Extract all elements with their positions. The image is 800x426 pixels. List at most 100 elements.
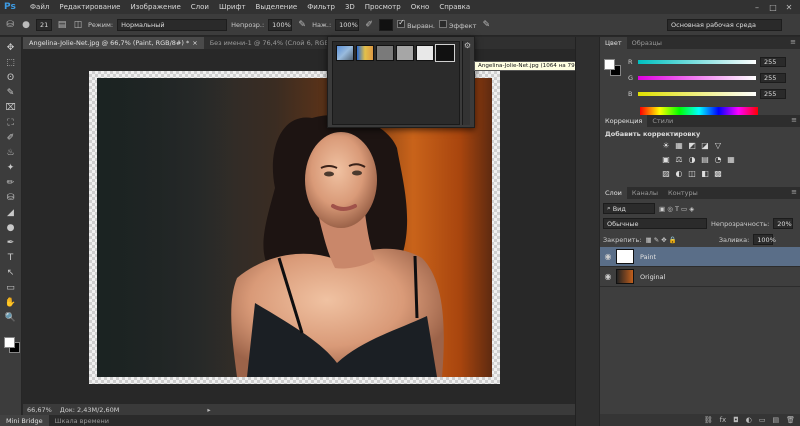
healing-tool-icon[interactable]: ✐ (3, 131, 19, 144)
layer-filter-select[interactable]: ⌕ Вид (603, 203, 655, 214)
fill-field[interactable]: 100% (753, 234, 776, 245)
slider-r[interactable]: R 255 (628, 57, 798, 67)
picker-scrollbar[interactable] (462, 41, 470, 125)
pattern-swatch-gray[interactable] (376, 45, 394, 61)
close-tab-icon[interactable]: × (192, 39, 197, 47)
minimize-icon[interactable]: – (750, 2, 764, 12)
g-track[interactable] (638, 76, 756, 80)
brush-panel-toggle-icon[interactable]: ▤ (56, 19, 68, 31)
gear-icon[interactable]: ⚙ (464, 41, 471, 50)
gradient-tool-icon[interactable]: ◢ (3, 206, 19, 219)
pattern-swatch-blue[interactable] (336, 45, 354, 61)
hand-tool-icon[interactable]: ✋ (3, 296, 19, 309)
layer-opacity-field[interactable]: 20% (773, 218, 794, 229)
eye-icon[interactable]: ◉ (600, 272, 616, 281)
clone-source-icon[interactable]: ◫ (72, 19, 84, 31)
lock-icons[interactable]: ▦ ✎ ✥ 🔒 (645, 236, 676, 244)
selective-color-icon[interactable]: ◧ (699, 169, 711, 178)
opacity-field[interactable]: 100% (268, 18, 293, 31)
posterize-icon[interactable]: ◐ (673, 169, 685, 178)
b-track[interactable] (638, 92, 756, 96)
layer-style-icon[interactable]: fx (720, 416, 727, 424)
menu-type[interactable]: Шрифт (214, 3, 251, 11)
slider-b[interactable]: B 255 (628, 89, 798, 99)
curves-icon[interactable]: ◩ (686, 141, 698, 150)
new-layer-icon[interactable]: ▤ (772, 416, 779, 424)
pattern-swatch-lightgray[interactable] (396, 45, 414, 61)
blend-mode-select[interactable]: Обычные (603, 218, 707, 229)
tab-mini-bridge[interactable]: Mini Bridge (0, 415, 49, 426)
pattern-swatch-colorful[interactable] (356, 45, 374, 61)
blur-tool-icon[interactable]: ● (3, 221, 19, 234)
shape-tool-icon[interactable]: ▭ (3, 281, 19, 294)
trash-icon[interactable]: 🗑 (786, 416, 795, 424)
eye-icon[interactable]: ◉ (600, 252, 616, 261)
pattern-swatch-photo[interactable] (435, 44, 455, 62)
layer-mask-icon[interactable]: ◘ (733, 416, 739, 424)
zoom-tool-icon[interactable]: 🔍 (3, 311, 19, 324)
layer-row-paint[interactable]: ◉ Paint (600, 247, 800, 267)
invert-icon[interactable]: ▨ (660, 169, 672, 178)
levels-icon[interactable]: ▦ (673, 141, 685, 150)
move-tool-icon[interactable]: ✥ (3, 41, 19, 54)
menu-edit[interactable]: Редактирование (54, 3, 125, 11)
doc-tab-active[interactable]: Angelina-Jolie-Net.jpg @ 66,7% (Paint, R… (23, 37, 204, 49)
menu-filter[interactable]: Фильтр (302, 3, 340, 11)
pressure-size-icon[interactable]: ✎ (480, 19, 492, 31)
menu-image[interactable]: Изображение (125, 3, 185, 11)
eyedropper-tool-icon[interactable]: ⛶ (3, 116, 19, 129)
close-icon[interactable]: ✕ (782, 2, 796, 12)
marquee-tool-icon[interactable]: ⬚ (3, 56, 19, 69)
vibrance-icon[interactable]: ▽ (712, 141, 724, 150)
canvas-area[interactable] (23, 49, 598, 404)
type-tool-icon[interactable]: T (3, 251, 19, 264)
lasso-tool-icon[interactable]: ʘ (3, 71, 19, 84)
r-track[interactable] (638, 60, 756, 64)
airbrush-icon[interactable]: ✐ (363, 19, 375, 31)
brightness-icon[interactable]: ☀ (660, 141, 672, 150)
status-menu-arrow-icon[interactable]: ▸ (207, 406, 210, 414)
pen-tool-icon[interactable]: ✒ (3, 236, 19, 249)
panel-foreground-swatch[interactable] (604, 59, 615, 70)
tab-timeline[interactable]: Шкала времени (49, 415, 115, 426)
workspace-select[interactable]: Основная рабочая среда (667, 19, 782, 31)
black-white-icon[interactable]: ◑ (686, 155, 698, 164)
r-value-field[interactable]: 255 (760, 57, 786, 67)
tab-layers[interactable]: Слои (600, 187, 627, 199)
clone-stamp-tool-icon[interactable]: ⛁ (4, 19, 16, 31)
menu-select[interactable]: Выделение (251, 3, 303, 11)
color-balance-icon[interactable]: ⚖ (673, 155, 685, 164)
tab-adjustments[interactable]: Коррекция (600, 115, 648, 127)
aligned-checkbox[interactable]: Выравн. (397, 18, 435, 30)
slider-g[interactable]: G 255 (628, 73, 798, 83)
adjustment-layer-icon[interactable]: ◐ (746, 416, 752, 424)
brush-size-field[interactable]: 21 (36, 18, 52, 31)
panel-menu-icon[interactable]: ≡ (791, 188, 797, 196)
quick-select-tool-icon[interactable]: ✎ (3, 86, 19, 99)
flow-field[interactable]: 100% (335, 18, 360, 31)
menu-window[interactable]: Окно (406, 3, 435, 11)
brush-tool-icon[interactable]: ♨ (3, 146, 19, 159)
gradient-map-icon[interactable]: ▩ (712, 169, 724, 178)
tab-channels[interactable]: Каналы (627, 187, 663, 199)
channel-mixer-icon[interactable]: ◔ (712, 155, 724, 164)
b-value-field[interactable]: 255 (760, 89, 786, 99)
menu-3d[interactable]: 3D (340, 3, 360, 11)
pattern-swatch-white[interactable] (416, 45, 434, 61)
exposure-icon[interactable]: ◪ (699, 141, 711, 150)
panel-menu-icon[interactable]: ≡ (791, 116, 797, 124)
effect-checkbox[interactable]: Эффект (439, 19, 476, 30)
foreground-color-swatch[interactable] (4, 337, 15, 348)
link-layers-icon[interactable]: ⛓ (704, 416, 713, 424)
layer-row-original[interactable]: ◉ Original (600, 267, 800, 287)
hue-saturation-icon[interactable]: ▣ (660, 155, 672, 164)
group-icon[interactable]: ▭ (759, 416, 766, 424)
menu-file[interactable]: Файл (25, 3, 54, 11)
path-select-tool-icon[interactable]: ↖ (3, 266, 19, 279)
history-brush-icon[interactable]: ✏ (3, 176, 19, 189)
pressure-opacity-icon[interactable]: ✎ (296, 19, 308, 31)
brush-preset-icon[interactable]: ● (20, 19, 32, 31)
menu-help[interactable]: Справка (434, 3, 475, 11)
mode-select[interactable]: Нормальный (117, 18, 228, 31)
clone-stamp-icon[interactable]: ✦ (3, 161, 19, 174)
